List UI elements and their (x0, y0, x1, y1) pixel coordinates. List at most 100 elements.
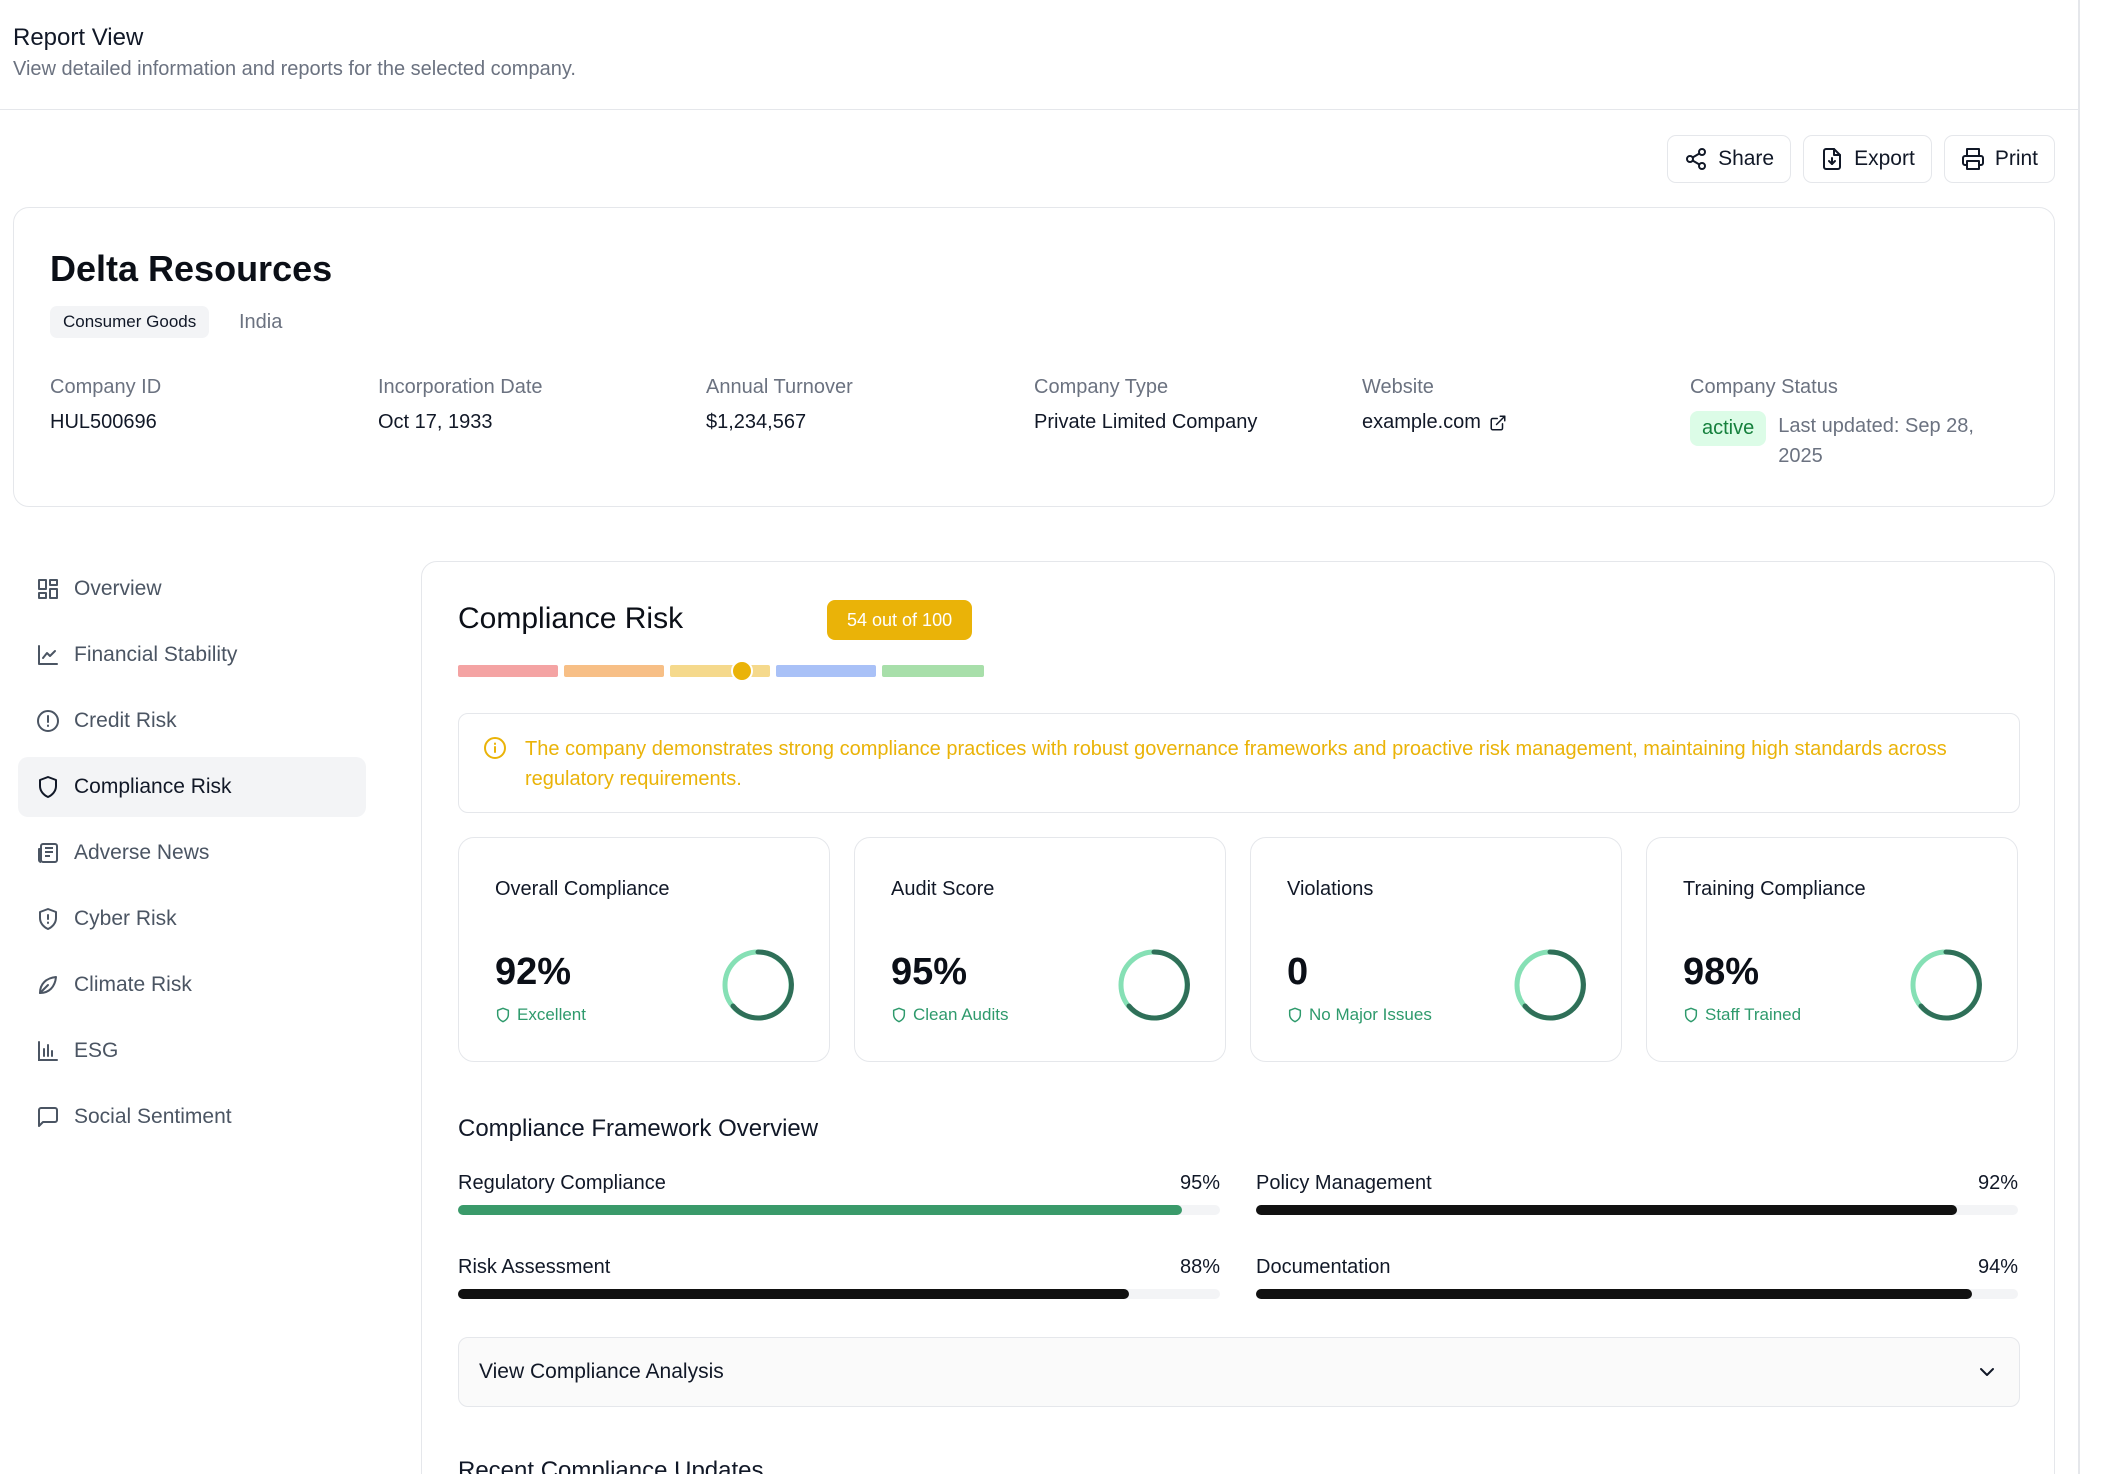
field-incorporation-date: Incorporation Date Oct 17, 1933 (378, 376, 543, 434)
framework-item-regulatory-compliance: Regulatory Compliance 95% (458, 1172, 1220, 1215)
sidebar-item-credit-risk[interactable]: Credit Risk (18, 691, 366, 751)
sidebar-item-label: Social Sentiment (74, 1105, 232, 1128)
sidebar-item-label: ESG (74, 1039, 119, 1062)
field-label: Company Type (1034, 376, 1169, 398)
sidebar-item-label: Overview (74, 577, 162, 600)
framework-percent: 88% (1179, 1256, 1220, 1278)
framework-item-documentation: Documentation 94% (1256, 1256, 2018, 1299)
sidebar-item-financial-stability[interactable]: Financial Stability (18, 625, 366, 685)
website-value[interactable]: example.com (1362, 411, 1481, 434)
company-country: India (239, 311, 283, 333)
field-annual-turnover: Annual Turnover $1,234,567 (706, 376, 853, 434)
last-updated: Last updated: Sep 28, 2025 (1778, 415, 1974, 467)
metric-label: Audit Score (891, 878, 995, 900)
message-square-icon (38, 1107, 58, 1127)
metric-card-violations: Violations 0 No Major Issues (1250, 837, 1622, 1062)
sidebar-item-climate-risk[interactable]: Climate Risk (18, 955, 366, 1015)
sidebar-item-esg[interactable]: ESG (18, 1021, 366, 1081)
scale-segment (670, 665, 770, 677)
framework-title: Compliance Framework Overview (458, 1115, 819, 1142)
leaf-icon (39, 976, 57, 994)
external-link-icon[interactable] (1489, 414, 1507, 432)
metric-status: Clean Audits (891, 1005, 1008, 1025)
sidebar-item-social-sentiment[interactable]: Social Sentiment (18, 1087, 366, 1147)
field-value: $1,234,567 (706, 411, 853, 434)
share-icon (1686, 148, 1707, 170)
field-website: Website example.com (1362, 376, 1507, 434)
sidebar-item-adverse-news[interactable]: Adverse News (18, 823, 366, 883)
sidebar-item-compliance-risk[interactable]: Compliance Risk (18, 757, 366, 817)
field-label: Company ID (50, 376, 162, 398)
section-title: Compliance Risk (458, 602, 684, 635)
compliance-analysis-accordion[interactable]: View Compliance Analysis (458, 1337, 2020, 1407)
metric-value: 98% (1683, 951, 1760, 993)
framework-item-policy-management: Policy Management 92% (1256, 1172, 2018, 1215)
framework-row: Documentation 94% (1256, 1256, 2018, 1279)
sidebar-item-label: Compliance Risk (74, 775, 232, 798)
metric-status-label: No Major Issues (1309, 1005, 1432, 1024)
sidebar-item-label: Cyber Risk (74, 907, 177, 930)
progress-track (1256, 1205, 2018, 1215)
metric-status-label: Clean Audits (913, 1005, 1009, 1024)
sidebar-item-label: Climate Risk (74, 973, 192, 996)
field-label: Website (1362, 376, 1434, 398)
progress-fill (458, 1289, 1129, 1299)
field-value: Private Limited Company (1034, 411, 1257, 434)
printer-icon (1961, 148, 1984, 170)
field-company-type: Company Type Private Limited Company (1034, 376, 1257, 434)
framework-row: Risk Assessment 88% (458, 1256, 1220, 1279)
export-button[interactable]: Export (1803, 135, 1932, 183)
chevron-down-icon (1980, 1368, 1994, 1376)
progress-track (458, 1205, 1220, 1215)
progress-ring (1910, 949, 1982, 1021)
share-button[interactable]: Share (1667, 135, 1792, 183)
shield-alert-icon (39, 908, 57, 930)
status-badge: active (1690, 411, 1767, 446)
website-link[interactable]: example.com (1362, 411, 1507, 434)
info-icon (484, 737, 506, 759)
scale-segment (882, 665, 984, 677)
grid-icon (38, 579, 58, 599)
metric-status-label: Staff Trained (1705, 1005, 1802, 1024)
sidebar-item-overview[interactable]: Overview (18, 559, 366, 619)
company-name: Delta Resources (50, 248, 333, 289)
accordion-label: View Compliance Analysis (479, 1360, 724, 1383)
field-value: HUL500696 (50, 411, 161, 434)
framework-label: Regulatory Compliance (458, 1172, 666, 1194)
score-marker (731, 660, 754, 682)
print-button[interactable]: Print (1943, 135, 2055, 183)
shield-icon (1288, 1007, 1302, 1023)
framework-percent: 94% (1977, 1256, 2018, 1278)
sidebar-item-label: Financial Stability (74, 643, 238, 666)
metric-status: Staff Trained (1683, 1005, 1801, 1025)
company-card: Delta Resources Consumer Goods India Com… (13, 207, 2055, 507)
field-label: Incorporation Date (378, 376, 543, 398)
framework-percent: 95% (1179, 1172, 1220, 1194)
page-title: Report View (13, 24, 144, 51)
risk-scale (458, 660, 984, 682)
annual-turnover-value: $1,234,567 (706, 411, 807, 433)
metric-label: Violations (1287, 878, 1374, 900)
page-header: Report View View detailed information an… (0, 0, 2078, 110)
framework-label: Risk Assessment (458, 1256, 611, 1278)
sidebar-item-label: Adverse News (74, 841, 210, 864)
score-badge: 54 out of 100 (827, 600, 973, 640)
recent-updates-title: Recent Compliance Updates (458, 1457, 764, 1474)
field-label: Annual Turnover (706, 376, 853, 398)
progress-ring (1118, 949, 1190, 1021)
summary-alert: The company demonstrates strong complian… (458, 713, 2020, 813)
sidebar-item-cyber-risk[interactable]: Cyber Risk (18, 889, 366, 949)
progress-track (458, 1289, 1220, 1299)
shield-icon (1684, 1007, 1698, 1023)
company-type-value: Private Limited Company (1034, 411, 1258, 433)
scale-segment (564, 665, 664, 677)
page-subtitle: View detailed information and reports fo… (13, 58, 576, 80)
framework-label: Documentation (1256, 1256, 1391, 1278)
newspaper-icon (38, 843, 58, 863)
print-label: Print (1994, 147, 2038, 170)
metric-label: Overall Compliance (495, 878, 670, 900)
metric-status: Excellent (495, 1005, 586, 1025)
field-value: Oct 17, 1933 (378, 411, 543, 434)
line-chart-icon (38, 645, 58, 665)
sidebar-nav: Overview Financial Stability Credit Risk… (18, 559, 366, 1153)
